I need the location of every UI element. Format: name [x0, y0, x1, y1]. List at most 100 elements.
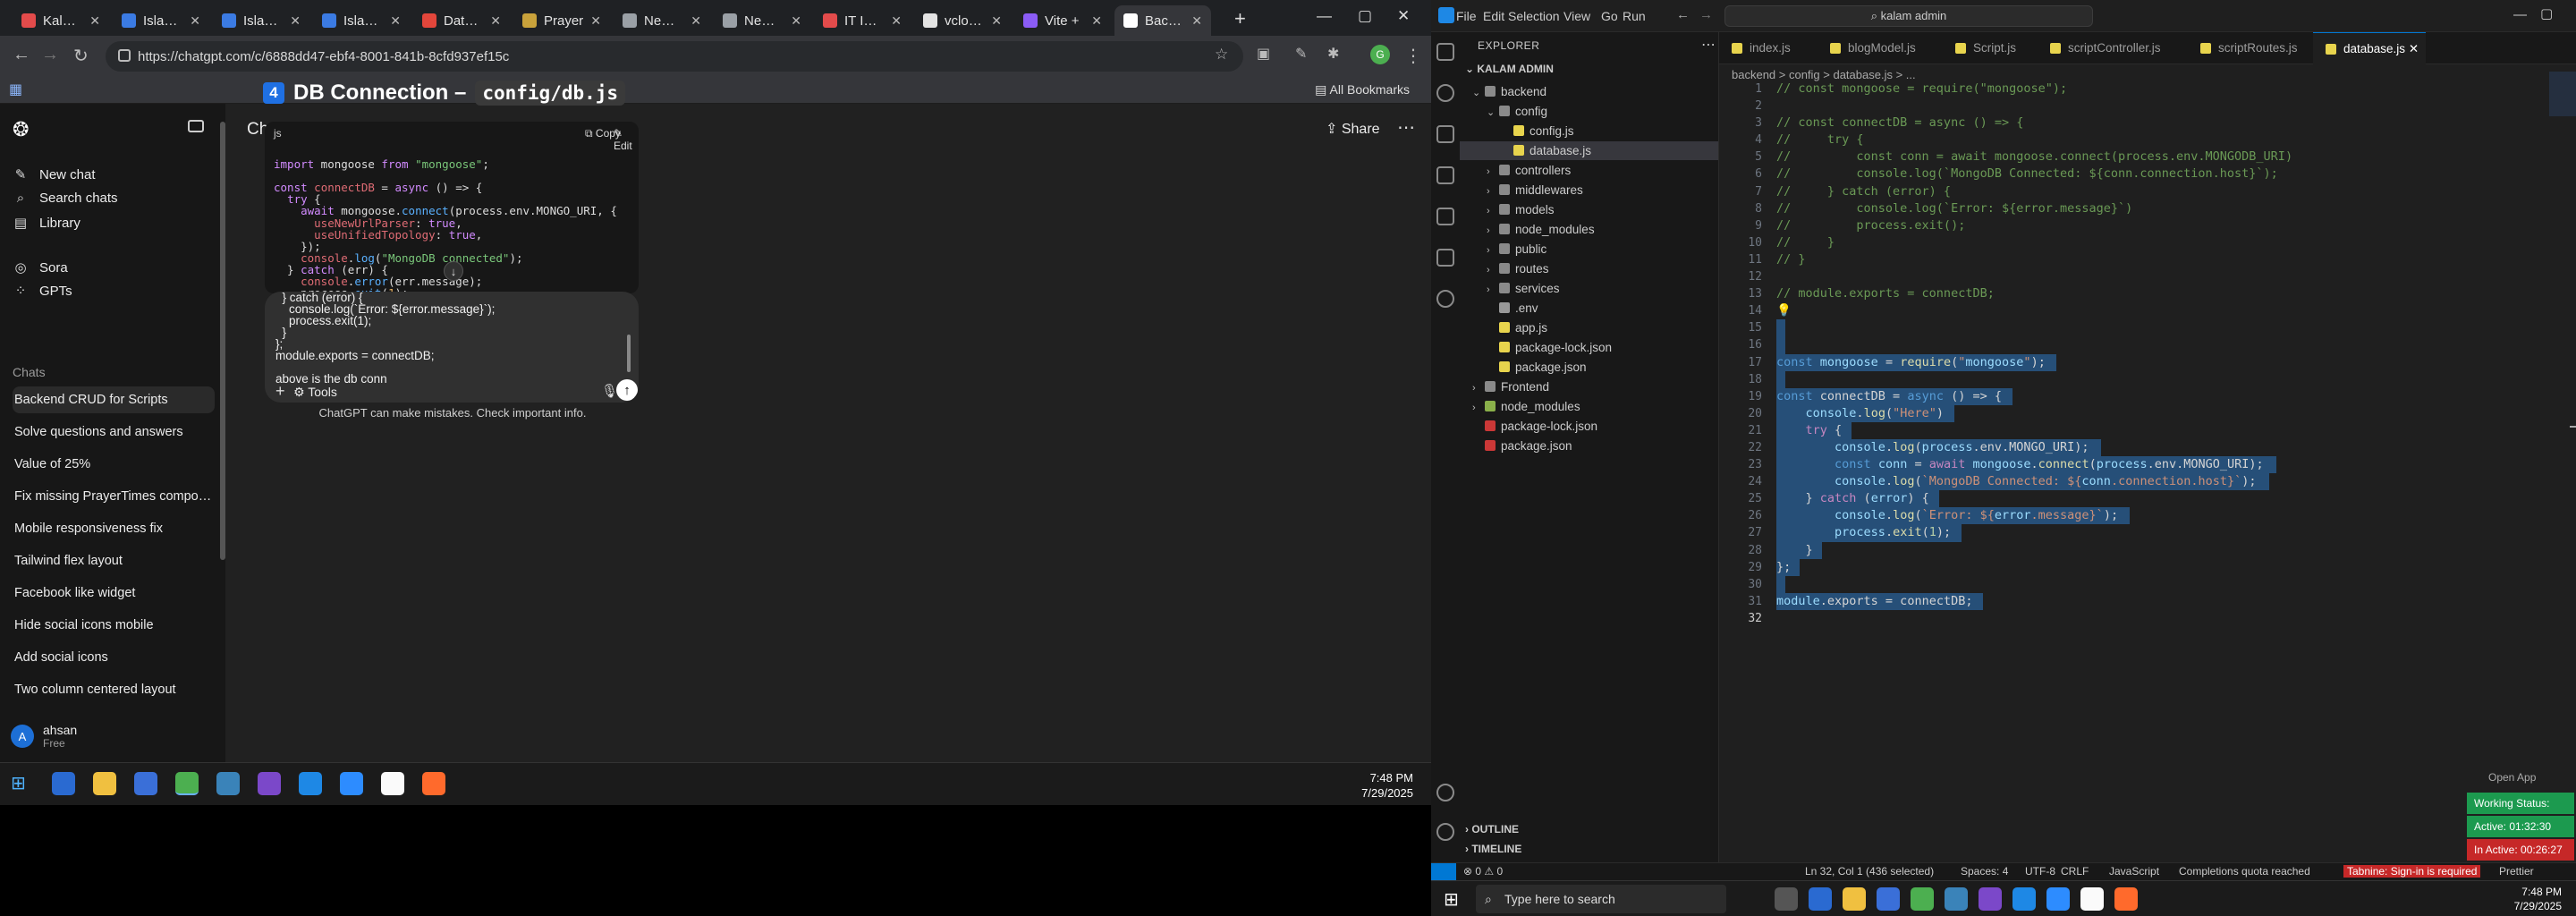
tab-close-icon[interactable]: ✕: [791, 13, 801, 29]
store-icon[interactable]: [134, 772, 157, 795]
chat-history-item[interactable]: Two column centered layout: [13, 676, 215, 703]
minimap[interactable]: [2549, 72, 2576, 116]
tab-close-icon[interactable]: ✕: [691, 13, 701, 29]
edge-icon[interactable]: [1809, 887, 1832, 911]
tree-item[interactable]: › routes: [1460, 259, 1549, 278]
tools-button[interactable]: ⚙ Tools: [293, 385, 337, 400]
tab-close-icon[interactable]: ✕: [590, 13, 601, 29]
run-debug-icon[interactable]: [1436, 166, 1454, 184]
postman-icon[interactable]: [422, 772, 445, 795]
reload-icon[interactable]: ↻: [73, 45, 89, 67]
browser-tab[interactable]: Vite + ✕: [1014, 5, 1111, 36]
code-editor[interactable]: // const mongoose = require("mongoose");…: [1776, 81, 2292, 627]
tab-close-icon[interactable]: ✕: [1091, 13, 1102, 29]
vscode-icon[interactable]: [2012, 887, 2036, 911]
tree-item[interactable]: › public: [1460, 240, 1546, 259]
apps-grid-icon[interactable]: ▦: [9, 81, 22, 98]
menu-selection[interactable]: Selection: [1508, 9, 1560, 23]
taskbar-clock[interactable]: 7:48 PM 7/29/2025: [2514, 885, 2562, 913]
command-center-search[interactable]: ⌕ kalam admin: [1724, 5, 2093, 27]
tree-item[interactable]: database.js: [1460, 141, 1718, 160]
send-button[interactable]: ↑: [616, 379, 638, 401]
problems-status[interactable]: ⊗ 0 ⚠ 0: [1463, 865, 1503, 878]
chat-history-item[interactable]: Value of 25%: [13, 451, 215, 478]
explorer-icon[interactable]: [1436, 43, 1454, 61]
browser-tab[interactable]: Kalaam ✕: [13, 5, 109, 36]
menu-edit[interactable]: Edit: [1483, 9, 1504, 23]
file-explorer-icon[interactable]: [1843, 887, 1866, 911]
explorer-more-icon[interactable]: ⋯: [1701, 36, 1716, 54]
workspace-root[interactable]: ⌄ KALAM ADMIN: [1465, 63, 1554, 75]
indentation-status[interactable]: Spaces: 4: [1961, 865, 2008, 878]
maximize-icon[interactable]: ▢: [2540, 5, 2553, 21]
menu-file[interactable]: File: [1456, 9, 1477, 23]
share-button[interactable]: ⇪ Share: [1326, 120, 1380, 138]
source-control-icon[interactable]: [1436, 125, 1454, 143]
tab-close-icon[interactable]: ✕: [290, 13, 301, 29]
browser-tab[interactable]: Islamic ✕: [213, 5, 309, 36]
tree-item[interactable]: .env: [1460, 299, 1538, 318]
chat-history-item[interactable]: Tailwind flex layout: [13, 547, 215, 574]
language-mode[interactable]: JavaScript: [2109, 865, 2159, 878]
sidebar-item-gpts[interactable]: ⁘ GPTs: [13, 277, 213, 304]
zoom-icon[interactable]: [340, 772, 363, 795]
search-icon[interactable]: [1436, 84, 1454, 102]
scroll-down-button[interactable]: ↓: [444, 261, 463, 281]
bookmark-star-icon[interactable]: ☆: [1215, 46, 1228, 64]
close-window-icon[interactable]: ✕: [1397, 7, 1410, 25]
composer-scrollbar[interactable]: [627, 335, 631, 372]
menu-go[interactable]: Go: [1601, 9, 1618, 23]
tabnine-status[interactable]: Tabnine: Sign-in is required: [2343, 865, 2481, 878]
chat-history-item[interactable]: Hide social icons mobile: [13, 612, 215, 639]
more-options-icon[interactable]: ⋯: [1397, 116, 1415, 139]
task-view-icon[interactable]: [1775, 887, 1798, 911]
site-info-icon[interactable]: [118, 49, 131, 62]
openai-logo-icon[interactable]: ❂: [13, 118, 29, 141]
browser-tab[interactable]: Date C ✕: [413, 5, 510, 36]
menu-run[interactable]: Run: [1623, 9, 1646, 23]
breadcrumbs[interactable]: backend > config > database.js > ...: [1732, 68, 1916, 81]
chat-history-item[interactable]: Solve questions and answers: [13, 419, 215, 445]
browser-tab[interactable]: Prayer ✕: [513, 5, 610, 36]
open-app-button[interactable]: Open App: [2488, 771, 2536, 784]
taskbar-clock[interactable]: 7:48 PM 7/29/2025: [1361, 770, 1413, 801]
taskbar-search[interactable]: ⌕ Type here to search: [1476, 885, 1726, 913]
vscode-icon[interactable]: [299, 772, 322, 795]
tree-item[interactable]: package.json: [1460, 437, 1572, 455]
profile-avatar[interactable]: G: [1370, 45, 1390, 64]
browser-tab[interactable]: Islamic ✕: [113, 5, 209, 36]
back-nav-icon[interactable]: ←: [1676, 7, 1690, 22]
tab-close-icon[interactable]: ✕: [89, 13, 100, 29]
browser-tab[interactable]: New Ta ✕: [714, 5, 810, 36]
copilot-quota-status[interactable]: Completions quota reached: [2179, 865, 2310, 878]
windows-start-icon[interactable]: ⊞: [1444, 888, 1459, 911]
sidebar-item-search-chats[interactable]: ⌕ Search chats: [13, 184, 213, 211]
tab-close-icon[interactable]: ✕: [2405, 42, 2419, 55]
tree-item[interactable]: ⌄ backend: [1460, 82, 1546, 101]
browser-tab[interactable]: IT Infra ✕: [814, 5, 911, 36]
editor-tab[interactable]: scriptRoutes.js: [2188, 32, 2305, 64]
puzzle-icon[interactable]: ✱: [1327, 45, 1339, 63]
file-explorer-icon[interactable]: [93, 772, 116, 795]
remote-indicator[interactable]: [1431, 863, 1456, 881]
tree-item[interactable]: package-lock.json: [1460, 338, 1612, 357]
chat-history-item[interactable]: Fix missing PrayerTimes compon...: [13, 483, 215, 510]
chrome-icon[interactable]: [175, 772, 199, 795]
remote-explorer-icon[interactable]: [1436, 249, 1454, 267]
editor-tab[interactable]: database.js ✕: [2313, 32, 2427, 64]
extension-icon[interactable]: ▣: [1257, 45, 1270, 63]
toggle-sidebar-icon[interactable]: [188, 120, 204, 132]
zoom-icon[interactable]: [2046, 887, 2070, 911]
cursor-position[interactable]: Ln 32, Col 1 (436 selected): [1805, 865, 1934, 878]
app-icon[interactable]: [216, 772, 240, 795]
tree-item[interactable]: package.json: [1460, 358, 1587, 377]
forward-icon[interactable]: →: [41, 45, 59, 65]
menu-view[interactable]: View: [1563, 9, 1590, 23]
outline-section[interactable]: › OUTLINE: [1465, 823, 1519, 835]
maximize-window-icon[interactable]: ▢: [1358, 7, 1372, 25]
tree-item[interactable]: › node_modules: [1460, 220, 1595, 239]
encoding-status[interactable]: UTF-8: [2025, 865, 2055, 878]
extensions-icon[interactable]: [1436, 208, 1454, 225]
tab-close-icon[interactable]: ✕: [490, 13, 501, 29]
tab-close-icon[interactable]: ✕: [891, 13, 902, 29]
